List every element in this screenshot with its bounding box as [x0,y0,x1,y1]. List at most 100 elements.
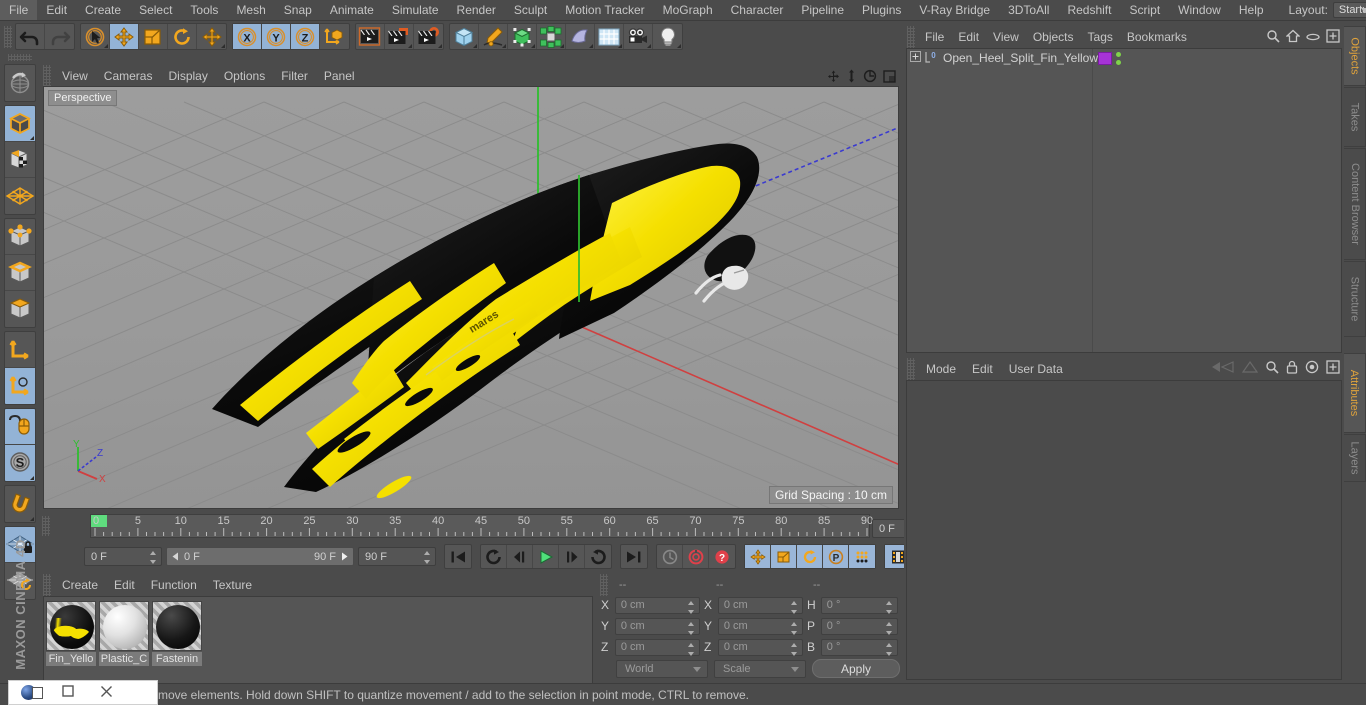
nav-back-icon[interactable] [1211,360,1235,377]
make-editable-icon[interactable] [5,106,35,142]
menu-item-sculpt[interactable]: Sculpt [505,0,556,20]
menu-item-file[interactable]: File [0,0,38,20]
pan-view-icon[interactable] [827,70,840,86]
render-settings-button[interactable] [414,24,443,49]
environment-floor-button[interactable] [595,24,624,49]
stepper-icon[interactable] [687,600,695,614]
viewport-menu-display[interactable]: Display [160,66,215,86]
object-menu-view[interactable]: View [986,27,1026,47]
dock-tab-objects[interactable]: Objects [1344,26,1366,86]
ellipse-icon[interactable] [1306,31,1320,45]
viewport-menu-panel[interactable]: Panel [316,66,363,86]
go-to-end-icon[interactable] [621,545,647,568]
render-region-button[interactable] [385,24,414,49]
undo-view-icon[interactable] [5,65,35,101]
menu-item-edit[interactable]: Edit [37,0,76,20]
object-axis-icon[interactable] [5,332,35,368]
go-to-start-icon[interactable] [445,545,471,568]
stepper-icon[interactable] [790,600,798,614]
point-mode-icon[interactable] [5,219,35,255]
material-menu-edit[interactable]: Edit [106,575,143,595]
current-frame-field[interactable]: 0 F [84,547,162,566]
rotation-field[interactable]: 0 ° [820,596,898,614]
record-active-objects-icon[interactable] [683,545,709,568]
material-list[interactable]: Fin_Yello Plastic_C Fastenin [43,596,593,684]
rotation-field[interactable]: 0 ° [820,638,898,656]
maximize-icon[interactable] [62,685,74,700]
viewport-solo-icon[interactable] [5,409,35,445]
close-icon[interactable] [100,685,113,701]
object-manager-grip[interactable] [907,25,915,48]
position-field[interactable]: 0 cm [614,638,700,656]
menu-item-pipeline[interactable]: Pipeline [792,0,853,20]
coordinate-mode-select[interactable]: Scale [714,659,806,678]
size-field[interactable]: 0 cm [717,596,803,614]
stepper-icon[interactable] [790,621,798,635]
coordinate-grip[interactable] [600,574,608,596]
material-menu-create[interactable]: Create [54,575,106,595]
rotation-field[interactable]: 0 ° [820,617,898,635]
material-tag-icon[interactable] [1098,52,1112,65]
stepper-icon[interactable] [886,621,893,635]
edge-mode-icon[interactable] [5,255,35,291]
move-tool-button[interactable] [110,24,139,49]
snap-settings-icon[interactable]: S [5,445,35,481]
menu-item-script[interactable]: Script [1120,0,1169,20]
key-scale-icon[interactable] [771,545,797,568]
material-preview-icon[interactable] [152,601,202,651]
stepper-icon[interactable] [687,642,695,656]
menu-item-window[interactable]: Window [1169,0,1230,20]
position-field[interactable]: 0 cm [614,596,700,614]
expand-icon[interactable] [910,50,921,65]
menu-item-snap[interactable]: Snap [275,0,321,20]
play-reverse-loop-icon[interactable] [481,545,507,568]
attribute-menu-edit[interactable]: Edit [964,359,1001,379]
camera-button[interactable] [624,24,653,49]
step-back-icon[interactable] [507,545,533,568]
uv-tag-icon[interactable] [1116,52,1121,65]
menu-item-mesh[interactable]: Mesh [227,0,274,20]
new-layout-icon[interactable] [1326,29,1340,46]
left-palette-grip[interactable] [8,54,32,61]
axis-y-button[interactable]: Y [262,24,291,49]
stepper-icon[interactable] [150,551,157,564]
restore-icon[interactable] [21,685,43,700]
keyframe-selection-icon[interactable]: ? [709,545,735,568]
axis-z-button[interactable]: Z [291,24,320,49]
menu-item-plugins[interactable]: Plugins [853,0,910,20]
timeline-ruler[interactable]: 0 5 10 15 20 25 30 35 40 45 50 55 60 65 70 75 80 85 90 [90,514,873,538]
viewport-grip[interactable] [43,65,51,87]
menu-item-select[interactable]: Select [130,0,181,20]
dolly-view-icon[interactable] [846,69,857,86]
stepper-icon[interactable] [886,642,893,656]
autokey-icon[interactable] [657,545,683,568]
key-pla-icon[interactable] [849,545,875,568]
menu-item-tools[interactable]: Tools [181,0,227,20]
menu-item-mograph[interactable]: MoGraph [654,0,722,20]
lock-icon[interactable] [1286,360,1298,377]
key-rotation-icon[interactable] [797,545,823,568]
size-field[interactable]: 0 cm [717,617,803,635]
dock-tab-takes[interactable]: Takes [1344,87,1366,147]
menu-item-render[interactable]: Render [448,0,505,20]
timeline-grip[interactable] [42,516,50,536]
redo-button[interactable] [45,24,74,49]
attribute-grip[interactable] [907,357,915,380]
object-menu-bookmarks[interactable]: Bookmarks [1120,27,1194,47]
menu-item-motion-tracker[interactable]: Motion Tracker [556,0,653,20]
move-alt-tool-button[interactable] [197,24,226,49]
dock-tab-attributes[interactable]: Attributes [1344,353,1366,433]
material-item[interactable]: Fin_Yello [46,601,96,679]
object-tree-row[interactable]: 0 Open_Heel_Split_Fin_Yellow [907,49,1341,66]
undo-button[interactable] [16,24,45,49]
viewport-menu-filter[interactable]: Filter [273,66,316,86]
object-tree[interactable]: 0 Open_Heel_Split_Fin_Yellow [906,48,1342,353]
generator-button[interactable] [508,24,537,49]
search-icon[interactable] [1266,29,1280,46]
size-field[interactable]: 0 cm [717,638,803,656]
texture-axis-icon[interactable] [5,142,35,178]
world-object-axis-icon[interactable] [5,368,35,404]
stepper-icon[interactable] [790,642,798,656]
menu-item-3dtoall[interactable]: 3DToAll [999,0,1058,20]
key-position-icon[interactable] [745,545,771,568]
